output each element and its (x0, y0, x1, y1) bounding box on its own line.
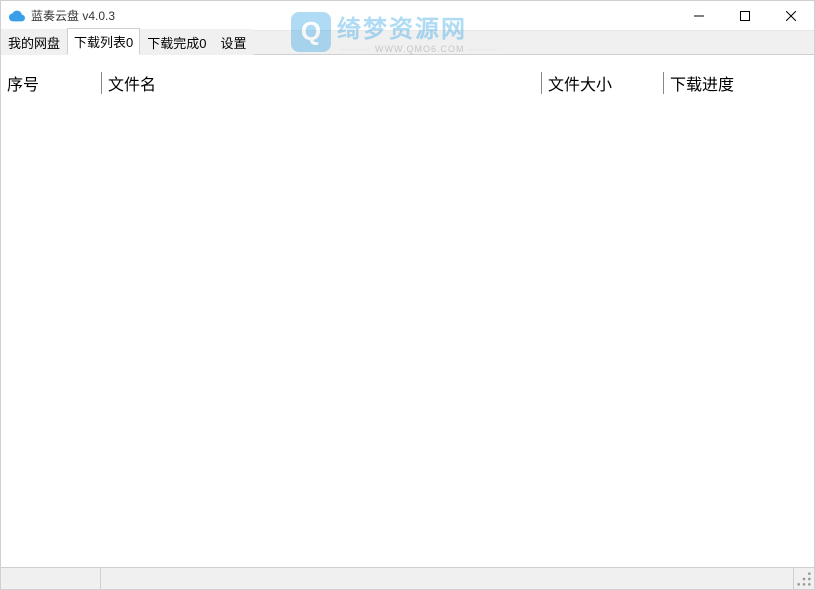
column-filesize[interactable]: 文件大小 (541, 72, 663, 94)
content-area: 序号 文件名 文件大小 下载进度 (1, 55, 814, 567)
column-progress[interactable]: 下载进度 (663, 72, 814, 94)
table-header: 序号 文件名 文件大小 下载进度 (1, 55, 814, 95)
statusbar (1, 567, 814, 589)
window-title: 蓝奏云盘 v4.0.3 (31, 7, 676, 24)
close-button[interactable] (768, 1, 814, 30)
status-cell-2 (101, 568, 794, 589)
tab-settings[interactable]: 设置 (213, 29, 253, 55)
column-filename[interactable]: 文件名 (101, 72, 541, 94)
resize-grip-icon[interactable] (796, 571, 812, 587)
status-cell-3 (794, 568, 814, 589)
minimize-button[interactable] (676, 1, 722, 30)
app-icon (9, 8, 25, 24)
window-controls (676, 1, 814, 30)
maximize-button[interactable] (722, 1, 768, 30)
column-index[interactable]: 序号 (1, 72, 101, 94)
tab-download-list[interactable]: 下载列表0 (67, 28, 140, 55)
tab-my-disk[interactable]: 我的网盘 (1, 29, 67, 55)
titlebar: 蓝奏云盘 v4.0.3 (1, 1, 814, 31)
tab-bar: 我的网盘 下载列表0 下载完成0 设置 (1, 31, 814, 55)
tab-download-complete[interactable]: 下载完成0 (140, 29, 213, 55)
status-cell-1 (1, 568, 101, 589)
